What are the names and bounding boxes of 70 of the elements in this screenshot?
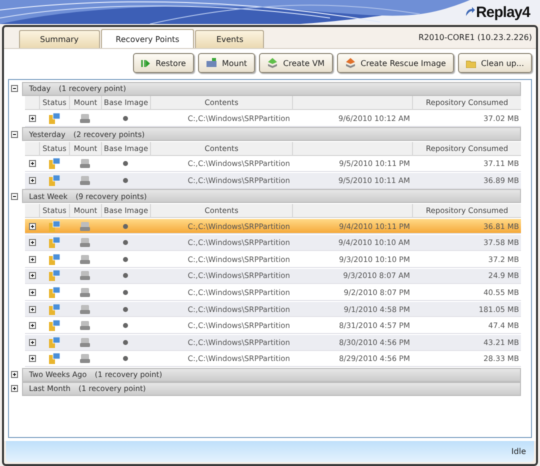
server-icon: [48, 220, 60, 232]
dot-icon: [123, 224, 128, 229]
expand-icon[interactable]: [28, 322, 36, 330]
tab[interactable]: Events: [195, 30, 264, 48]
server-icon: [48, 336, 60, 348]
drive-icon: [80, 288, 90, 297]
drive-icon: [80, 222, 90, 231]
tab[interactable]: Summary: [19, 30, 100, 48]
dot-icon: [123, 116, 128, 121]
server-icon: [48, 237, 60, 248]
drive-icon: [206, 58, 217, 68]
dot-icon: [123, 178, 128, 183]
server-icon: [48, 158, 60, 170]
toolbar-button[interactable]: Restore: [132, 53, 194, 73]
drive-icon: [80, 254, 90, 264]
collapse-icon[interactable]: [11, 130, 18, 138]
collapse-icon[interactable]: [11, 192, 18, 200]
drive-icon: [80, 176, 90, 185]
server-icon: [48, 174, 60, 186]
expand-icon[interactable]: [28, 222, 36, 230]
dot-icon: [123, 290, 128, 295]
stack-icon: [267, 58, 278, 68]
drive-icon: [80, 114, 90, 123]
dot-icon: [123, 161, 128, 166]
dot-icon: [123, 256, 128, 262]
expand-icon[interactable]: [28, 306, 36, 313]
dot-icon: [123, 356, 128, 362]
server-icon: [48, 304, 60, 315]
expand-icon[interactable]: [11, 385, 18, 392]
toolbar-button[interactable]: Mount: [198, 53, 256, 73]
server-icon: [48, 320, 60, 332]
status-bar: Idle: [6, 441, 534, 462]
toolbar-button[interactable]: Clean up...: [458, 53, 532, 73]
server-icon: [48, 353, 60, 364]
server-icon: [48, 112, 60, 124]
expand-icon[interactable]: [28, 176, 36, 184]
expand-icon[interactable]: [28, 288, 36, 296]
logo: Replay4: [476, 4, 530, 20]
server-icon: [48, 286, 60, 298]
server-icon: [48, 254, 60, 265]
server-icon: [48, 270, 60, 282]
arrow-icon: [140, 58, 151, 68]
server-label: R2010-CORE1 (10.23.2.226): [418, 33, 532, 42]
toolbar-button[interactable]: Create VM: [259, 53, 333, 73]
dot-icon: [123, 340, 128, 345]
toolbar-button[interactable]: Create Rescue Image: [336, 53, 454, 73]
logo-arrow-icon: [464, 7, 475, 17]
drive-icon: [80, 238, 90, 248]
expand-icon[interactable]: [28, 114, 36, 122]
dot-icon: [123, 323, 128, 328]
expand-icon[interactable]: [28, 160, 36, 168]
expand-icon[interactable]: [11, 371, 18, 378]
tab[interactable]: Recovery Points: [100, 29, 194, 48]
collapse-icon[interactable]: [11, 85, 18, 92]
drive-icon: [80, 338, 90, 347]
folder-icon: [466, 58, 476, 68]
dot-icon: [123, 240, 128, 246]
drive-icon: [80, 321, 90, 330]
dot-icon: [123, 273, 128, 278]
dot-icon: [123, 306, 128, 312]
expand-icon[interactable]: [28, 239, 36, 246]
stack-icon: [344, 58, 356, 68]
drive-icon: [80, 159, 90, 168]
drive-icon: [80, 271, 90, 280]
expand-icon[interactable]: [28, 355, 36, 362]
expand-icon[interactable]: [28, 338, 36, 346]
expand-icon[interactable]: [28, 272, 36, 280]
expand-icon[interactable]: [28, 256, 36, 263]
drive-icon: [80, 304, 90, 314]
drive-icon: [80, 354, 90, 364]
